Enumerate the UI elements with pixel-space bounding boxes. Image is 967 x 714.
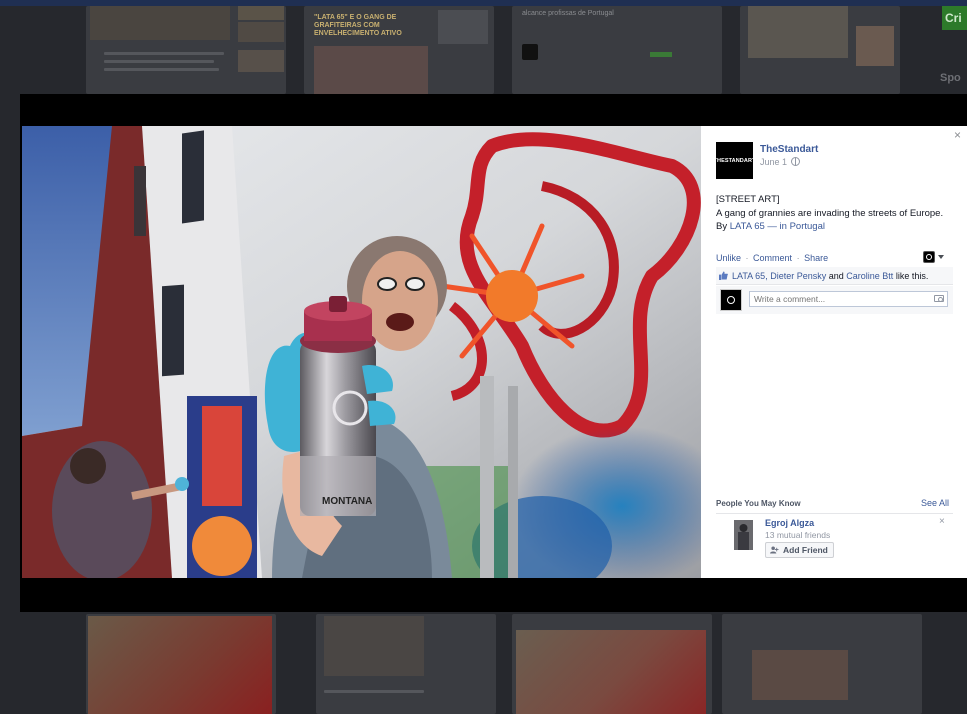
street-art-photo: MONTANA bbox=[22, 126, 701, 578]
location-link[interactable]: Portugal bbox=[790, 221, 825, 232]
background-badge bbox=[650, 52, 672, 57]
background-thumbnail bbox=[856, 26, 894, 66]
background-thumbnail bbox=[314, 46, 428, 94]
like-thumb-icon bbox=[719, 271, 728, 280]
mutual-friends-count[interactable]: 13 mutual friends bbox=[765, 530, 830, 540]
comment-input[interactable] bbox=[749, 291, 948, 307]
background-avatar bbox=[522, 44, 538, 60]
in-label: — in bbox=[767, 221, 787, 232]
comment-composer bbox=[716, 286, 953, 314]
background-thumbnail bbox=[238, 50, 284, 72]
commenter-avatar bbox=[720, 289, 742, 311]
person-photo bbox=[734, 520, 753, 550]
add-friend-icon bbox=[770, 546, 779, 554]
photo-lightbox: MONTANA × THESTANDART TheStandart June 1… bbox=[20, 94, 967, 612]
background-thumbnail bbox=[752, 650, 848, 700]
background-create-button: Cri bbox=[942, 6, 967, 30]
background-text-line bbox=[104, 68, 219, 71]
likes-suffix: like this. bbox=[895, 271, 929, 281]
pymk-title: People You May Know bbox=[716, 499, 801, 508]
unlike-link[interactable]: Unlike bbox=[716, 253, 741, 263]
post-date-text[interactable]: June 1 bbox=[760, 157, 787, 167]
add-friend-button[interactable]: Add Friend bbox=[765, 542, 834, 558]
comment-link[interactable]: Comment bbox=[753, 253, 792, 263]
background-card bbox=[512, 6, 722, 94]
photo-stage[interactable]: MONTANA bbox=[22, 126, 701, 578]
background-text-line bbox=[104, 60, 214, 63]
background-thumbnail bbox=[90, 6, 230, 40]
by-prefix: By bbox=[716, 221, 728, 232]
post-attribution: By LATA 65 — in Portugal bbox=[716, 220, 956, 234]
post-as-selector[interactable] bbox=[923, 250, 947, 264]
post-text-line: A gang of grannies are invading the stre… bbox=[716, 207, 944, 219]
tagged-page-link[interactable]: LATA 65 bbox=[730, 221, 765, 232]
share-link[interactable]: Share bbox=[804, 253, 828, 263]
chevron-down-icon bbox=[938, 255, 944, 259]
action-separator: · bbox=[745, 253, 749, 263]
suggested-person-name[interactable]: Egroj Algza bbox=[765, 518, 814, 528]
liker-link[interactable]: Caroline Btt bbox=[846, 271, 893, 281]
likes-and: and bbox=[828, 271, 844, 281]
divider bbox=[716, 513, 953, 514]
background-text-line bbox=[324, 690, 424, 693]
post-text-line: [STREET ART] bbox=[716, 194, 780, 205]
camera-icon[interactable] bbox=[934, 295, 944, 302]
background-thumbnail bbox=[238, 6, 284, 20]
background-subhead: alcance profissas de Portugal bbox=[522, 10, 614, 17]
see-all-link[interactable]: See All bbox=[921, 498, 949, 508]
globe-icon bbox=[791, 157, 801, 166]
background-thumbnail bbox=[438, 10, 488, 44]
add-friend-label[interactable]: Add Friend bbox=[783, 545, 828, 555]
background-thumbnail bbox=[324, 616, 424, 676]
can-brand-label: MONTANA bbox=[322, 496, 372, 507]
likers-links[interactable]: LATA 65, Dieter Pensky bbox=[732, 271, 826, 281]
background-thumbnail bbox=[88, 616, 272, 714]
post-text: [STREET ART] A gang of grannies are inva… bbox=[716, 193, 956, 234]
post-date[interactable]: June 1 bbox=[760, 157, 801, 167]
page-identity-icon bbox=[923, 251, 935, 263]
background-thumbnail bbox=[238, 22, 284, 42]
close-icon[interactable]: × bbox=[954, 128, 961, 142]
action-separator: · bbox=[796, 253, 800, 263]
dismiss-suggestion-icon[interactable]: × bbox=[939, 516, 945, 527]
background-text-line bbox=[104, 52, 224, 55]
likes-summary: LATA 65, Dieter Pensky and Caroline Btt … bbox=[716, 267, 953, 285]
page-name-link[interactable]: TheStandart bbox=[760, 144, 818, 155]
post-actions: Unlike · Comment · Share bbox=[716, 253, 828, 263]
background-side-text: Spo bbox=[940, 72, 961, 84]
background-thumbnail bbox=[516, 630, 706, 714]
suggested-person-avatar[interactable] bbox=[734, 520, 753, 550]
background-headline: "LATA 65" E O GANG DE GRAFITEIRAS COM EN… bbox=[314, 14, 402, 37]
page-avatar[interactable]: THESTANDART bbox=[714, 142, 755, 179]
background-thumbnail bbox=[748, 6, 848, 58]
post-info-panel: × THESTANDART TheStandart June 1 [STREET… bbox=[701, 126, 967, 578]
